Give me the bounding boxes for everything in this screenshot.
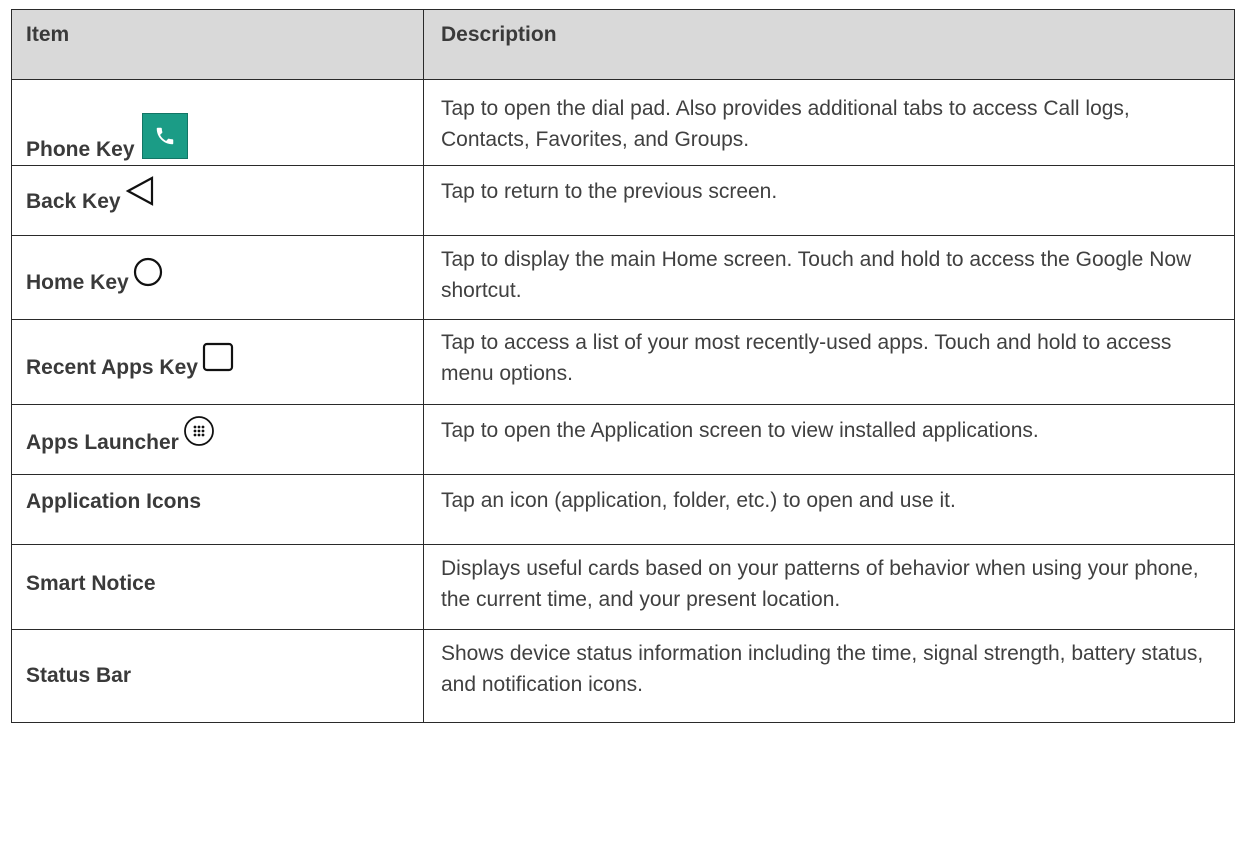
description-text: Tap to return to the previous screen. bbox=[441, 180, 778, 203]
item-cell: Home Key bbox=[11, 235, 424, 320]
table-row: Recent Apps Key Tap to access a list of … bbox=[11, 319, 1235, 405]
description-text: Tap to open the dial pad. Also provides … bbox=[441, 97, 1130, 151]
description-text: Tap an icon (application, folder, etc.) … bbox=[441, 489, 956, 512]
item-label: Home Key bbox=[26, 271, 129, 294]
table-row: Status Bar Shows device status informati… bbox=[11, 629, 1235, 723]
description-text: Tap to display the main Home screen. Tou… bbox=[441, 248, 1192, 302]
table-row: Apps Launcher Tap to open the Applicatio… bbox=[11, 404, 1235, 475]
item-cell: Smart Notice bbox=[11, 544, 424, 630]
table-row: Home Key Tap to display the main Home sc… bbox=[11, 235, 1235, 320]
item-cell: Back Key bbox=[11, 165, 424, 236]
item-cell: Status Bar bbox=[11, 629, 424, 723]
item-label: Application Icons bbox=[26, 490, 202, 513]
description-cell: Tap an icon (application, folder, etc.) … bbox=[423, 474, 1235, 545]
recent-apps-square-icon bbox=[202, 342, 234, 381]
item-label: Smart Notice bbox=[26, 572, 156, 595]
header-item: Item bbox=[11, 9, 424, 80]
description-cell: Shows device status information includin… bbox=[423, 629, 1235, 723]
description-text: Tap to access a list of your most recent… bbox=[441, 331, 1172, 385]
table-header-row: Item Description bbox=[11, 9, 1235, 80]
header-description: Description bbox=[423, 9, 1235, 80]
description-cell: Tap to open the Application screen to vi… bbox=[423, 404, 1235, 475]
item-label: Recent Apps Key bbox=[26, 356, 198, 379]
description-text: Tap to open the Application screen to vi… bbox=[441, 419, 1039, 442]
apps-launcher-icon bbox=[183, 415, 215, 456]
home-circle-icon bbox=[133, 257, 163, 296]
item-label: Apps Launcher bbox=[26, 431, 179, 454]
item-label: Back Key bbox=[26, 190, 121, 213]
header-description-label: Description bbox=[441, 23, 557, 46]
description-cell: Tap to open the dial pad. Also provides … bbox=[423, 79, 1235, 166]
table-row: Application Icons Tap an icon (applicati… bbox=[11, 474, 1235, 545]
description-cell: Tap to access a list of your most recent… bbox=[423, 319, 1235, 405]
back-triangle-icon bbox=[125, 176, 155, 215]
key-reference-table: Item Description Phone Key Tap to open t… bbox=[11, 9, 1235, 723]
description-cell: Displays useful cards based on your patt… bbox=[423, 544, 1235, 630]
phone-icon bbox=[141, 113, 188, 159]
item-label: Status Bar bbox=[26, 664, 132, 687]
item-cell: Apps Launcher bbox=[11, 404, 424, 475]
item-cell: Recent Apps Key bbox=[11, 319, 424, 405]
description-cell: Tap to return to the previous screen. bbox=[423, 165, 1235, 236]
table-row: Smart Notice Displays useful cards based… bbox=[11, 544, 1235, 630]
item-label: Phone Key bbox=[26, 138, 135, 161]
description-text: Displays useful cards based on your patt… bbox=[441, 557, 1199, 611]
table-row: Back Key Tap to return to the previous s… bbox=[11, 165, 1235, 236]
item-cell: Application Icons bbox=[11, 474, 424, 545]
header-item-label: Item bbox=[26, 23, 70, 46]
description-cell: Tap to display the main Home screen. Tou… bbox=[423, 235, 1235, 320]
description-text: Shows device status information includin… bbox=[441, 642, 1204, 696]
table-row: Phone Key Tap to open the dial pad. Also… bbox=[11, 79, 1235, 166]
item-cell: Phone Key bbox=[11, 79, 424, 166]
